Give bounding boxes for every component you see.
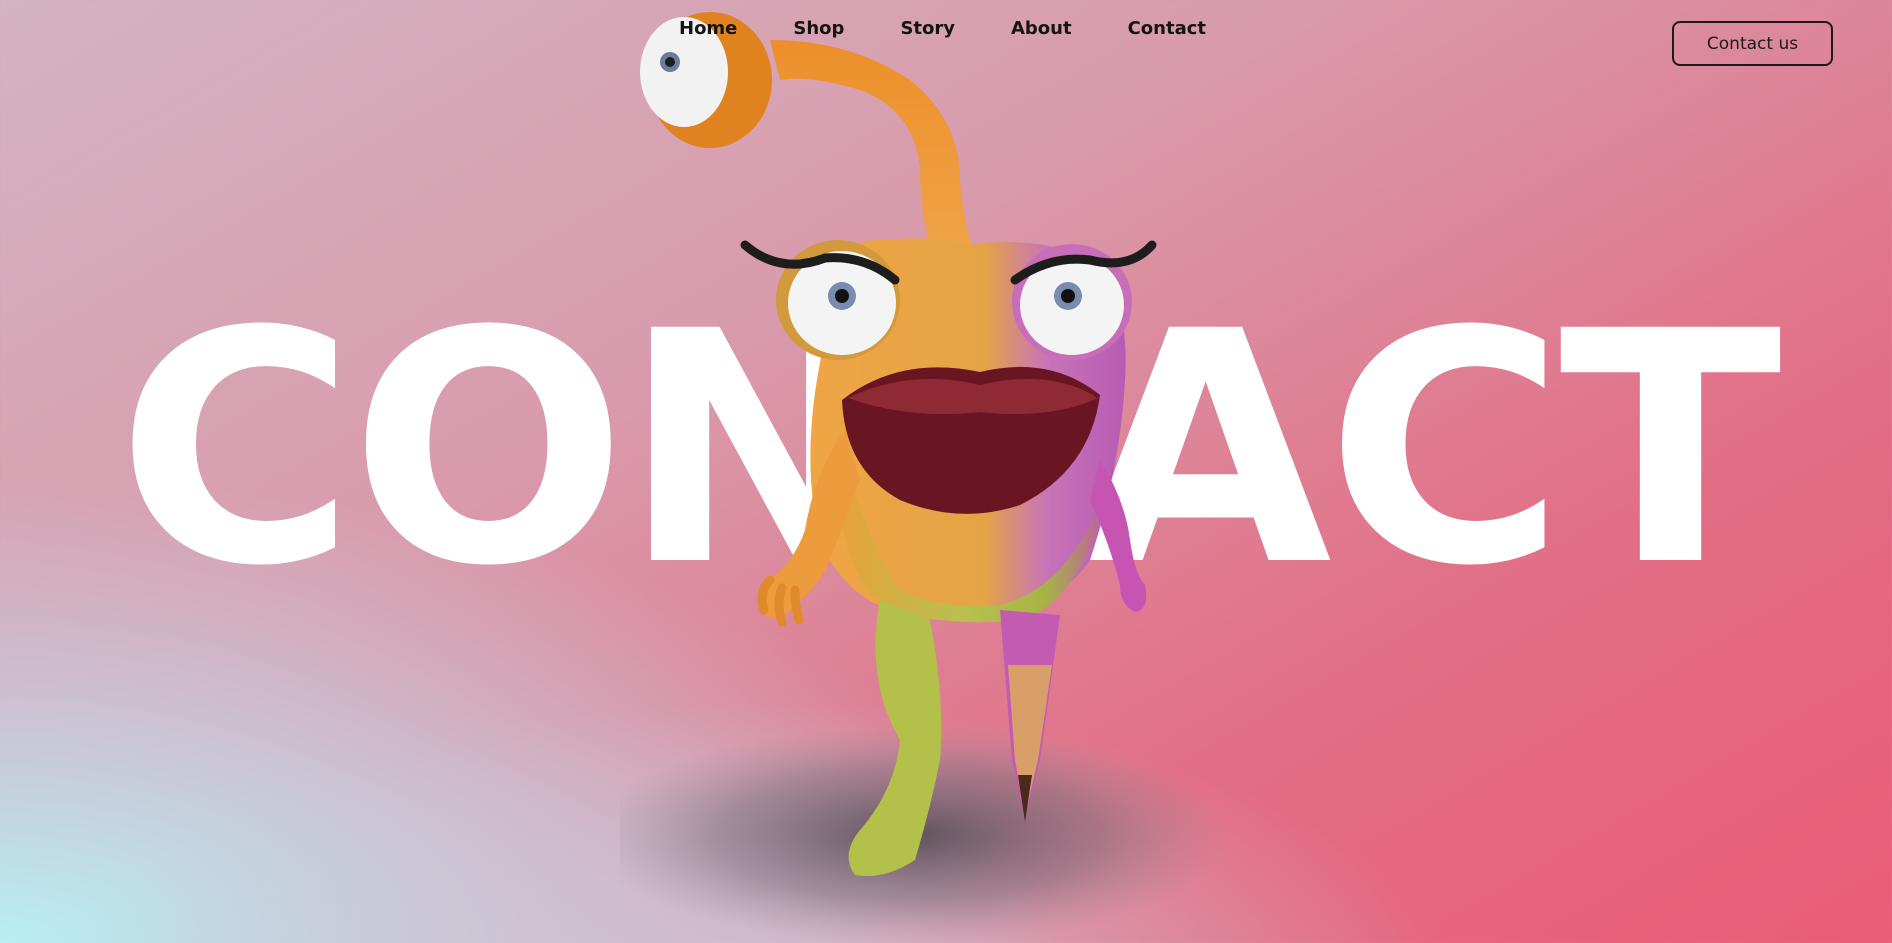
top-navigation: Home Shop Story About Contact Contact us xyxy=(0,16,1892,66)
contact-us-button[interactable]: Contact us xyxy=(1672,21,1833,66)
nav-about[interactable]: About xyxy=(1011,16,1072,42)
nav-home[interactable]: Home xyxy=(679,16,737,42)
nav-story[interactable]: Story xyxy=(900,16,955,42)
monster-character xyxy=(620,12,1230,943)
nav-contact[interactable]: Contact xyxy=(1128,16,1206,42)
nav-links: Home Shop Story About Contact xyxy=(679,16,1206,42)
nav-shop[interactable]: Shop xyxy=(793,16,844,42)
